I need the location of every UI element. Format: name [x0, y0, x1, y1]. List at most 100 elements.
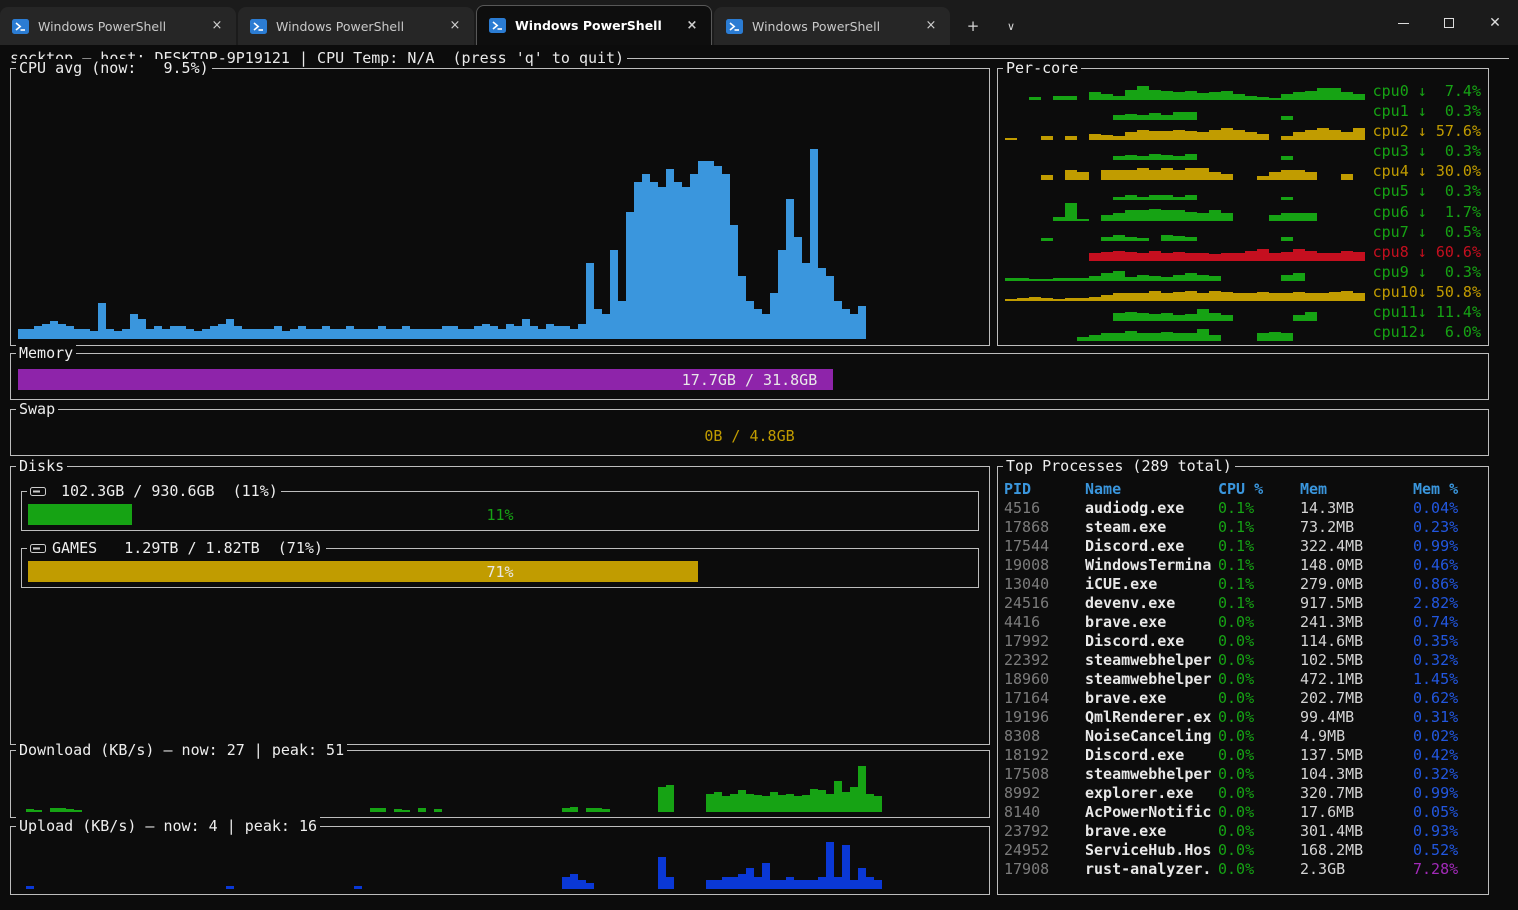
- chart-bar: [34, 810, 42, 812]
- panel-top-processes: Top Processes (289 total) PIDNameCPU %Me…: [997, 466, 1489, 895]
- process-cell: Discord.exe: [1085, 632, 1218, 651]
- chart-bar: [1173, 92, 1185, 100]
- new-tab-button[interactable]: +: [958, 11, 988, 41]
- chart-bar: [754, 309, 762, 339]
- process-cell: 0.86%: [1413, 575, 1482, 594]
- chart-bar: [1293, 213, 1305, 221]
- process-cell: brave.exe: [1085, 822, 1218, 841]
- chart-bar: [26, 886, 34, 889]
- maximize-button[interactable]: [1426, 1, 1472, 45]
- process-cell: 2.3GB: [1300, 860, 1413, 879]
- minimize-button[interactable]: [1380, 1, 1426, 45]
- chart-bar: [1125, 252, 1137, 261]
- chart-bar: [234, 326, 242, 339]
- chart-bar: [666, 169, 674, 339]
- chart-bar: [826, 842, 834, 889]
- tab-close-icon[interactable]: ×: [208, 17, 226, 35]
- process-cell: 0.62%: [1413, 689, 1482, 708]
- chart-bar: [202, 329, 210, 339]
- terminal-window: Windows PowerShell×Windows PowerShell×Wi…: [0, 0, 1518, 910]
- chart-bar: [570, 807, 578, 812]
- chart-bar: [1149, 90, 1161, 100]
- tab-close-icon[interactable]: ×: [922, 17, 940, 35]
- chart-bar: [1293, 92, 1305, 100]
- core-label: cpu11↓ 11.4%: [1371, 303, 1481, 321]
- process-cell: steamwebhelper: [1085, 670, 1218, 689]
- chart-bar: [1353, 252, 1365, 261]
- core-label: cpu12↓ 6.0%: [1371, 323, 1481, 341]
- chart-bar: [834, 877, 842, 889]
- chart-bar: [1197, 329, 1209, 341]
- process-cell: 0.0%: [1218, 746, 1300, 765]
- chart-bar: [1209, 130, 1221, 140]
- process-cell: 17164: [1004, 689, 1085, 708]
- process-cell: 0.0%: [1218, 632, 1300, 651]
- chart-bar: [1317, 293, 1329, 301]
- tab-close-icon[interactable]: ×: [683, 17, 701, 35]
- chart-bar: [442, 326, 450, 339]
- chart-bar: [842, 792, 850, 812]
- panel-disks: Disks 102.3GB / 930.6GB (11%) 11%: [10, 466, 990, 745]
- process-row: 17164brave.exe0.0%202.7MB0.62%: [1004, 689, 1482, 708]
- chart-bar: [1197, 213, 1209, 221]
- tab-close-icon[interactable]: ×: [446, 17, 464, 35]
- chart-bar: [1209, 172, 1221, 180]
- chart-bar: [394, 329, 402, 339]
- process-cell: 22392: [1004, 651, 1085, 670]
- panel-cpu-avg: CPU avg (now: 9.5%): [10, 68, 990, 346]
- chart-bar: [482, 324, 490, 339]
- chart-bar: [1341, 291, 1353, 301]
- tab-2[interactable]: Windows PowerShell×: [238, 7, 474, 45]
- chart-bar: [1173, 130, 1185, 140]
- chart-bar: [1197, 309, 1209, 321]
- swap-gauge: 0B / 4.8GB: [18, 425, 1481, 446]
- chart-bar: [154, 326, 162, 339]
- chart-bar: [746, 301, 754, 339]
- chart-bar: [602, 809, 610, 812]
- chart-bar: [762, 796, 770, 812]
- minimize-icon: [1398, 23, 1409, 24]
- chart-bar: [1269, 332, 1281, 341]
- process-cell: 0.99%: [1413, 537, 1482, 556]
- chart-bar: [266, 329, 274, 339]
- chart-bar: [114, 331, 122, 339]
- tab-4[interactable]: Windows PowerShell×: [714, 7, 950, 45]
- chart-bar: [210, 326, 218, 339]
- chart-bar: [682, 187, 690, 339]
- chart-bar: [1317, 88, 1329, 100]
- chart-bar: [1113, 271, 1125, 281]
- process-cell: 0.93%: [1413, 822, 1482, 841]
- chart-bar: [818, 268, 826, 339]
- process-cell: 24952: [1004, 841, 1085, 860]
- chart-bar: [642, 174, 650, 339]
- tab-1[interactable]: Windows PowerShell×: [0, 7, 236, 45]
- chart-bar: [354, 329, 362, 339]
- chart-bar: [1221, 292, 1233, 301]
- core-row-10: cpu10↓ 50.8%: [1005, 281, 1481, 301]
- chart-bar: [1077, 172, 1089, 180]
- chart-bar: [418, 808, 426, 812]
- process-row: 8308NoiseCanceling0.0%4.9MB0.02%: [1004, 727, 1482, 746]
- process-table-header: PIDNameCPU %MemMem %: [1004, 480, 1482, 499]
- chart-bar: [1305, 130, 1317, 140]
- process-row: 18960steamwebhelper0.0%472.1MB1.45%: [1004, 670, 1482, 689]
- process-cell: 0.1%: [1218, 556, 1300, 575]
- chart-bar: [466, 329, 474, 339]
- process-cell: 0.1%: [1218, 537, 1300, 556]
- chart-bar: [1137, 168, 1149, 180]
- process-cell: 241.3MB: [1300, 613, 1413, 632]
- core-label: cpu3 ↓ 0.3%: [1371, 142, 1481, 160]
- powershell-icon: [726, 19, 743, 34]
- process-cell: 17908: [1004, 860, 1085, 879]
- chart-bar: [34, 326, 42, 339]
- chart-bar: [810, 149, 818, 340]
- chart-bar: [1269, 172, 1281, 180]
- close-button[interactable]: ✕: [1472, 1, 1518, 45]
- tab-bar: Windows PowerShell×Windows PowerShell×Wi…: [0, 0, 1518, 45]
- tab-dropdown-button[interactable]: ∨: [996, 11, 1026, 41]
- tab-3[interactable]: Windows PowerShell×: [476, 5, 712, 45]
- chart-bar: [1149, 209, 1161, 221]
- chart-bar: [1185, 333, 1197, 341]
- chart-bar: [562, 808, 570, 813]
- chart-bar: [386, 329, 394, 339]
